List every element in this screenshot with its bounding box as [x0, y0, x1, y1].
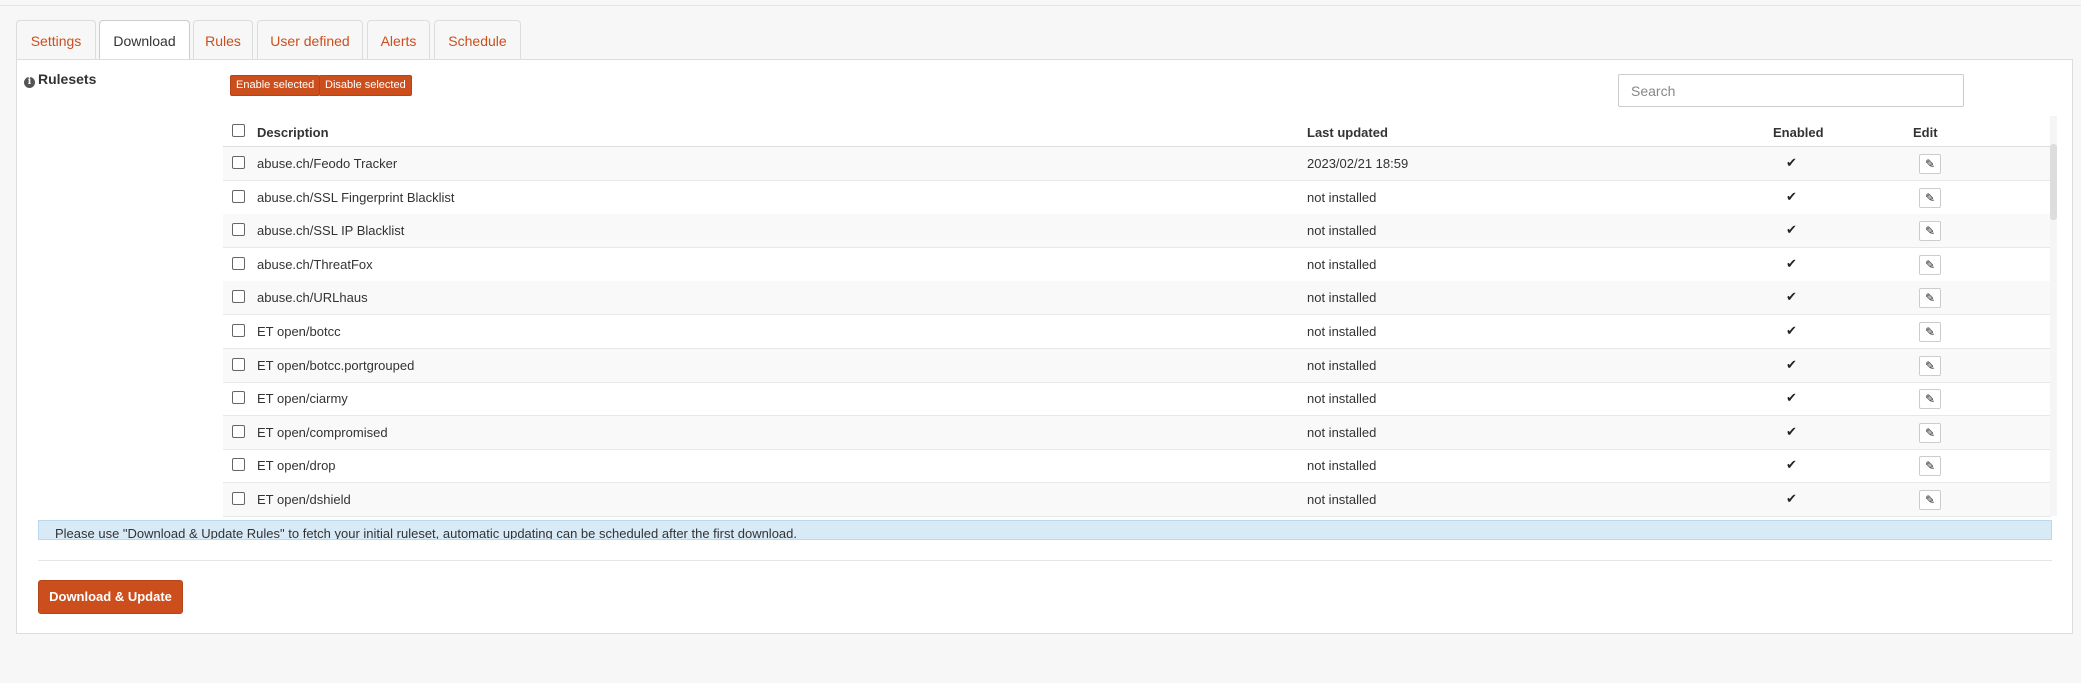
table-row: ET open/botcc not installed ✔ ✎: [223, 315, 2051, 349]
download-panel: i Rulesets Enable selected Disable select…: [16, 59, 2073, 636]
table-scrollbar[interactable]: [2050, 116, 2057, 516]
disable-selected-button[interactable]: Disable selected: [319, 75, 412, 96]
header-last-updated: Last updated: [1307, 125, 1388, 140]
row-checkbox[interactable]: [232, 458, 245, 472]
row-checkbox[interactable]: [232, 424, 245, 438]
scrollbar-thumb[interactable]: [2050, 144, 2057, 220]
divider: [38, 560, 2052, 561]
table-row: ET open/ciarmy not installed ✔ ✎: [223, 382, 2051, 417]
rulesets-label-text: Rulesets: [38, 71, 97, 87]
table-row: abuse.ch/ThreatFox not installed ✔ ✎: [223, 248, 2051, 282]
search-input[interactable]: [1618, 74, 1964, 107]
table-row: ET open/compromised not installed ✔ ✎: [223, 415, 2051, 450]
row-last-updated: not installed: [1307, 290, 1377, 306]
pencil-icon[interactable]: ✎: [1919, 221, 1941, 242]
row-description: ET open/drop: [257, 458, 336, 474]
table-row: abuse.ch/SSL IP Blacklist not installed ✔ ✎: [223, 214, 2051, 249]
tab-user-defined[interactable]: User defined: [257, 20, 363, 60]
info-alert: Please use "Download & Update Rules" to …: [38, 520, 2052, 540]
check-icon[interactable]: ✔: [1786, 323, 1797, 339]
row-description: ET open/ciarmy: [257, 391, 348, 407]
row-last-updated: not installed: [1307, 458, 1377, 474]
download-update-rules-button[interactable]: Download & Update Rules: [38, 580, 183, 636]
row-description: ET open/botcc: [257, 324, 341, 339]
header-enabled: Enabled: [1773, 125, 1824, 140]
row-last-updated: not installed: [1307, 391, 1377, 407]
row-last-updated: not installed: [1307, 189, 1377, 205]
tab-alerts[interactable]: Alerts: [367, 20, 430, 60]
row-description: abuse.ch/SSL Fingerprint Blacklist: [257, 189, 455, 205]
check-icon[interactable]: ✔: [1786, 457, 1797, 473]
row-last-updated: not installed: [1307, 492, 1377, 507]
check-icon[interactable]: ✔: [1786, 289, 1797, 305]
row-checkbox[interactable]: [232, 223, 245, 237]
check-icon[interactable]: ✔: [1786, 256, 1797, 272]
enable-selected-button[interactable]: Enable selected: [230, 75, 321, 96]
check-icon[interactable]: ✔: [1786, 222, 1797, 238]
top-border: [0, 0, 2081, 6]
pencil-icon[interactable]: ✎: [1919, 355, 1941, 376]
table-header: Description Last updated Enabled Edit: [223, 116, 2051, 147]
row-last-updated: not installed: [1307, 357, 1377, 373]
row-checkbox[interactable]: [232, 256, 245, 270]
row-last-updated: not installed: [1307, 424, 1377, 440]
header-edit: Edit: [1913, 125, 1938, 140]
check-icon[interactable]: ✔: [1786, 424, 1797, 440]
row-checkbox[interactable]: [232, 189, 245, 203]
tab-download[interactable]: Download: [99, 20, 190, 62]
tab-settings[interactable]: Settings: [16, 20, 96, 60]
table-row: abuse.ch/Feodo Tracker 2023/02/21 18:59 ✔ ✎: [223, 147, 2051, 181]
check-icon[interactable]: ✔: [1786, 155, 1797, 171]
row-checkbox[interactable]: [232, 492, 245, 505]
pencil-icon[interactable]: ✎: [1919, 456, 1941, 477]
pencil-icon[interactable]: ✎: [1919, 490, 1941, 510]
row-checkbox[interactable]: [232, 391, 245, 405]
row-description: ET open/botcc.portgrouped: [257, 357, 415, 373]
table-row: ET open/dshield not installed ✔ ✎: [223, 483, 2051, 517]
row-checkbox[interactable]: [232, 290, 245, 304]
row-checkbox[interactable]: [232, 324, 245, 337]
table-row: ET open/drop not installed ✔ ✎: [223, 449, 2051, 484]
pencil-icon[interactable]: ✎: [1919, 254, 1941, 275]
tab-rules[interactable]: Rules: [193, 20, 253, 60]
check-icon[interactable]: ✔: [1786, 357, 1797, 373]
check-icon[interactable]: ✔: [1786, 390, 1797, 406]
pencil-icon[interactable]: ✎: [1919, 322, 1941, 342]
row-description: ET open/compromised: [257, 424, 388, 440]
table-row: ET open/botcc.portgrouped not installed ✔ ✎: [223, 348, 2051, 383]
select-all-checkbox[interactable]: [232, 124, 245, 137]
table-row: abuse.ch/URLhaus not installed ✔ ✎: [223, 281, 2051, 316]
row-description: abuse.ch/SSL IP Blacklist: [257, 223, 405, 239]
row-checkbox[interactable]: [232, 357, 245, 371]
header-description: Description: [257, 125, 329, 140]
row-last-updated: not installed: [1307, 223, 1377, 239]
row-last-updated: not installed: [1307, 256, 1377, 272]
row-last-updated: 2023/02/21 18:59: [1307, 156, 1409, 171]
info-icon[interactable]: i: [24, 77, 35, 88]
check-icon[interactable]: ✔: [1786, 491, 1797, 507]
row-last-updated: not installed: [1307, 324, 1377, 339]
check-icon[interactable]: ✔: [1786, 189, 1797, 205]
pencil-icon[interactable]: ✎: [1919, 422, 1941, 443]
row-checkbox[interactable]: [232, 156, 245, 169]
tab-schedule[interactable]: Schedule: [434, 20, 521, 60]
row-description: abuse.ch/URLhaus: [257, 290, 368, 306]
rulesets-label: i Rulesets: [24, 71, 96, 88]
table-row: abuse.ch/SSL Fingerprint Blacklist not in…: [223, 181, 2051, 215]
pencil-icon[interactable]: ✎: [1919, 154, 1941, 174]
row-description: abuse.ch/Feodo Tracker: [257, 156, 398, 171]
row-description: abuse.ch/ThreatFox: [257, 256, 373, 272]
row-description: ET open/dshield: [257, 492, 351, 507]
pencil-icon[interactable]: ✎: [1919, 389, 1941, 410]
pencil-icon[interactable]: ✎: [1919, 187, 1941, 208]
pencil-icon[interactable]: ✎: [1919, 288, 1941, 309]
